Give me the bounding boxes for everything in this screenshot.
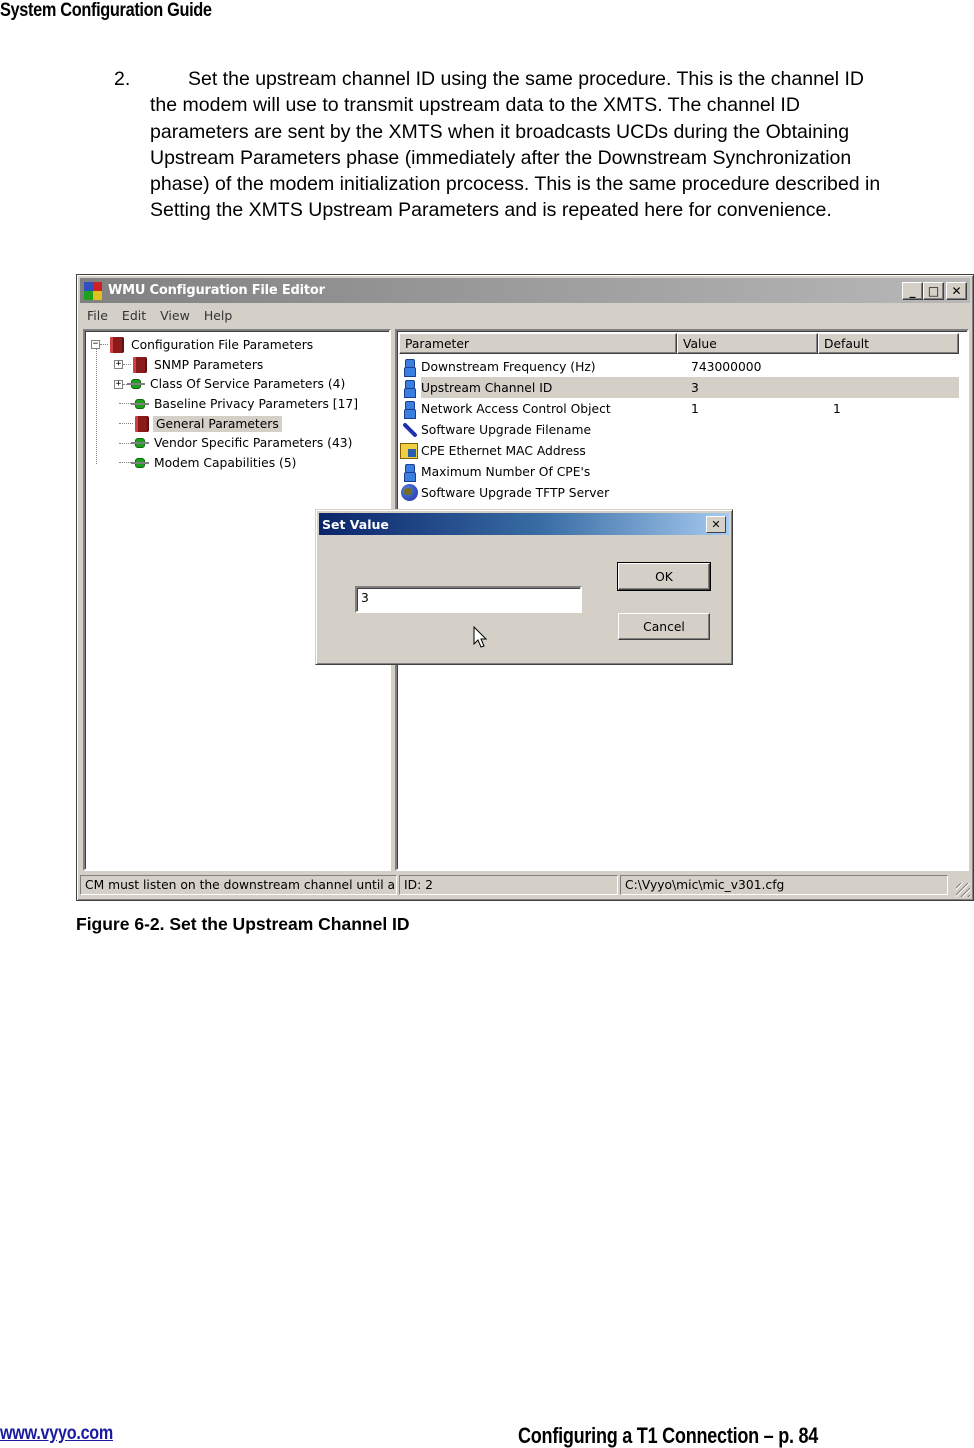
network-node-icon: [127, 376, 145, 392]
resize-grip-icon[interactable]: [956, 883, 970, 897]
list-row[interactable]: CPE Ethernet MAC Address: [400, 440, 959, 461]
list-row[interactable]: Network Access Control Object 1 1: [400, 398, 959, 419]
expand-icon[interactable]: +: [114, 360, 123, 370]
book-icon: [135, 415, 149, 432]
pen-icon: [400, 421, 418, 439]
list-row[interactable]: Downstream Frequency (Hz) 743000000: [400, 356, 959, 377]
person-icon: [404, 400, 416, 419]
close-button[interactable]: ✕: [946, 282, 967, 300]
tree-item-label: General Parameters: [153, 415, 282, 432]
tree-item-vendor-specific[interactable]: Vendor Specific Parameters (43): [91, 433, 361, 453]
dialog-close-button[interactable]: ✕: [706, 516, 726, 533]
collapse-icon[interactable]: −: [91, 340, 100, 350]
network-node-icon: [131, 455, 149, 471]
network-node-icon: [131, 396, 149, 412]
step-paragraph: 2. Set the upstream channel ID using the…: [114, 66, 894, 224]
cell-parameter: Software Upgrade Filename: [421, 422, 592, 437]
book-icon: [133, 356, 147, 373]
cell-parameter: Upstream Channel ID: [421, 380, 553, 395]
tree-item-label: Modem Capabilities (5): [154, 455, 297, 470]
cell-parameter: CPE Ethernet MAC Address: [421, 443, 586, 458]
book-icon: [110, 336, 124, 353]
parameter-tree: − Configuration File Parameters + SNMP P…: [91, 335, 361, 473]
tree-item-label: SNMP Parameters: [154, 357, 264, 372]
status-bar: CM must listen on the downstream channel…: [80, 875, 970, 897]
cell-default: 1: [833, 401, 841, 416]
folder-icon: [400, 442, 418, 459]
cell-value: 3: [691, 380, 699, 395]
menu-bar: File Edit View Help: [80, 305, 239, 325]
person-icon: [404, 463, 416, 482]
menu-view[interactable]: View: [153, 308, 197, 323]
status-id: ID: 2: [399, 875, 618, 895]
value-input[interactable]: 3: [355, 586, 582, 613]
set-value-dialog: Set Value ✕ 3 OK Cancel: [315, 509, 733, 665]
app-icon: [84, 281, 102, 300]
cell-parameter: Maximum Number Of CPE's: [421, 464, 591, 479]
window-titlebar[interactable]: WMU Configuration File Editor _ □ ✕: [80, 278, 970, 303]
globe-icon: [400, 484, 418, 501]
status-file-path: C:\Vyyo\mic\mic_v301.cfg: [620, 875, 948, 895]
person-icon: [404, 358, 416, 377]
minimize-button[interactable]: _: [902, 282, 923, 300]
maximize-button[interactable]: □: [923, 282, 944, 300]
tree-item-general-parameters[interactable]: General Parameters: [91, 414, 361, 434]
tree-item-class-of-service[interactable]: + Class Of Service Parameters (4): [91, 374, 361, 394]
list-header: Parameter Value Default: [399, 333, 959, 354]
tree-item-label: Configuration File Parameters: [131, 337, 314, 352]
document-header: System Configuration Guide: [0, 0, 212, 21]
column-header-value[interactable]: Value: [677, 333, 818, 354]
dialog-titlebar[interactable]: Set Value ✕: [319, 513, 729, 535]
column-header-default[interactable]: Default: [818, 333, 959, 354]
list-row[interactable]: Software Upgrade Filename: [400, 419, 959, 440]
list-row[interactable]: Maximum Number Of CPE's: [400, 461, 959, 482]
person-icon: [404, 379, 416, 398]
menu-help[interactable]: Help: [197, 308, 240, 323]
window-title: WMU Configuration File Editor: [108, 283, 325, 298]
parameter-list: Downstream Frequency (Hz) 743000000 Upst…: [400, 356, 959, 503]
footer-page-label: Configuring a T1 Connection – p. 84: [518, 1423, 819, 1448]
menu-file[interactable]: File: [80, 308, 115, 323]
ok-button[interactable]: OK: [617, 562, 711, 591]
step-text: Set the upstream channel ID using the sa…: [150, 68, 881, 222]
tree-item-modem-capabilities[interactable]: Modem Capabilities (5): [91, 453, 361, 473]
cancel-button[interactable]: Cancel: [618, 613, 710, 640]
tree-item-snmp-parameters[interactable]: + SNMP Parameters: [91, 355, 361, 375]
column-header-parameter[interactable]: Parameter: [399, 333, 677, 354]
tree-item-baseline-privacy[interactable]: Baseline Privacy Parameters [17]: [91, 394, 361, 414]
dialog-title: Set Value: [322, 516, 389, 532]
footer-website-link[interactable]: www.vyyo.com: [0, 1423, 113, 1445]
list-row-selected[interactable]: Upstream Channel ID 3: [400, 377, 959, 398]
tree-item-label: Baseline Privacy Parameters [17]: [154, 396, 359, 411]
tree-item-configuration-file-parameters[interactable]: − Configuration File Parameters: [91, 335, 361, 355]
list-row[interactable]: Software Upgrade TFTP Server: [400, 482, 959, 503]
menu-edit[interactable]: Edit: [115, 308, 153, 323]
tree-item-label: Class Of Service Parameters (4): [150, 377, 346, 392]
figure-caption: Figure 6-2. Set the Upstream Channel ID: [76, 914, 410, 934]
status-message: CM must listen on the downstream channel…: [80, 875, 397, 895]
cell-parameter: Software Upgrade TFTP Server: [421, 485, 610, 500]
cell-value: 743000000: [691, 359, 762, 374]
network-node-icon: [131, 435, 149, 451]
cell-parameter: Downstream Frequency (Hz): [421, 359, 596, 374]
step-number: 2.: [114, 68, 131, 90]
tree-item-label: Vendor Specific Parameters (43): [154, 436, 353, 451]
cell-value: 1: [691, 401, 699, 416]
mouse-cursor-icon: [473, 626, 488, 648]
cell-parameter: Network Access Control Object: [421, 401, 611, 416]
expand-icon[interactable]: +: [114, 379, 123, 389]
